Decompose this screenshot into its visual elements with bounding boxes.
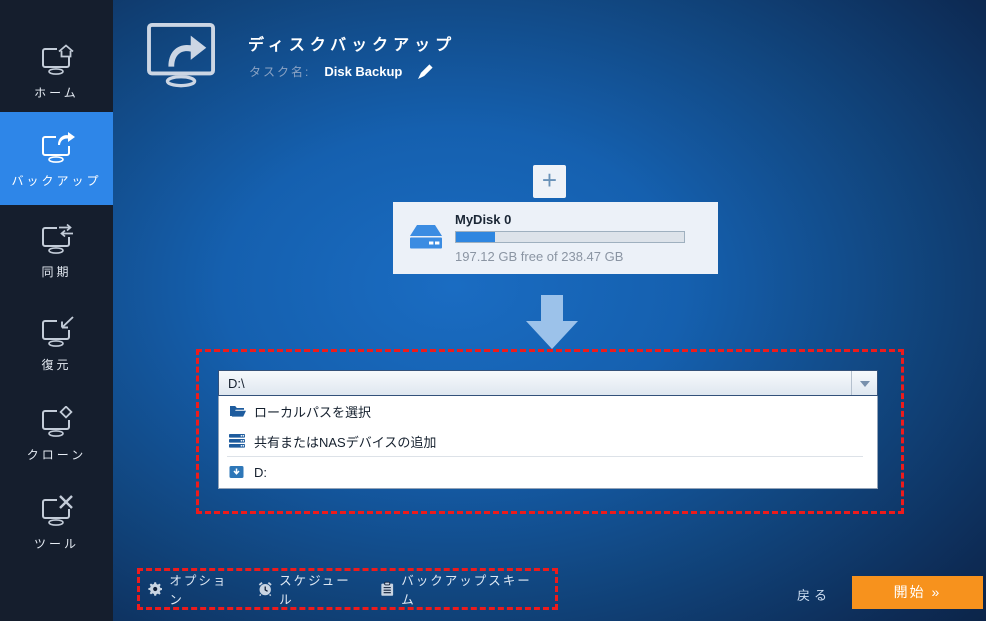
backup-monitor-icon [41,132,75,163]
flow-down-arrow-icon [526,295,578,349]
task-name-row: タスク名: Disk Backup [249,62,434,80]
disk-usage-fill [456,232,496,242]
sidebar-item-home[interactable]: ホーム [0,30,113,110]
scheme-icon [381,581,393,596]
chevron-down-icon [860,381,870,387]
dropdown-item-label: 共有またはNASデバイスの追加 [254,434,437,450]
task-name-label: タスク名: [249,64,311,79]
backup-settings-bar: オプション スケジュール バックアップスキーム [137,568,558,610]
disk-free-space: 197.12 GB free of 238.47 GB [455,249,624,264]
restore-monitor-icon [41,316,75,347]
sidebar-item-label: ホーム [34,86,79,100]
sidebar-item-sync[interactable]: 同期 [0,213,113,293]
destination-dropdown-button[interactable] [851,371,877,395]
destination-dropdown-panel: ローカルパスを選択 共有またはNASデバイスの追加 D: [218,396,878,489]
back-button[interactable]: 戻る [797,585,831,604]
drive-icon [229,466,244,478]
sidebar-item-label: 同期 [41,265,72,279]
destination-region: D:\ ローカルパスを選択 共有またはNASデバイスの追加 D: [196,349,904,514]
sidebar-item-label: ツール [33,537,79,551]
dropdown-item-add-nas[interactable]: 共有またはNASデバイスの追加 [219,426,877,456]
sidebar-item-tools[interactable]: ツール [0,485,113,565]
edit-task-name-icon[interactable] [418,63,434,79]
task-name-value: Disk Backup [324,63,403,79]
disk-usage-bar [455,231,685,243]
home-monitor-icon [41,44,75,75]
nas-server-icon [229,434,245,448]
app-window: ホーム バックアップ 同期 復元 クローン ツール ディスクバックアップ タスク… [0,0,986,621]
dropdown-item-label: ローカルパスを選択 [254,404,372,420]
tools-monitor-icon [41,495,75,526]
source-disk-card[interactable]: MyDisk 0 197.12 GB free of 238.47 GB [393,202,718,274]
destination-path-select[interactable]: D:\ [218,370,878,396]
gear-icon [148,582,163,596]
add-disk-button[interactable]: + [533,165,566,198]
backup-scheme-button[interactable]: バックアップスキーム [380,570,532,608]
options-label: オプション [169,574,228,607]
sidebar-item-label: クローン [26,448,87,462]
folder-open-icon [230,406,246,417]
disk-backup-header-icon [147,22,215,88]
dropdown-item-drive-d[interactable]: D: [219,457,877,487]
dropdown-item-local-path[interactable]: ローカルパスを選択 [219,396,877,426]
sidebar-item-clone[interactable]: クローン [0,396,113,476]
backup-scheme-label: バックアップスキーム [401,574,532,607]
clone-monitor-icon [41,406,75,437]
sidebar-item-label: バックアップ [11,174,102,188]
destination-path-value: D:\ [228,376,245,391]
sidebar-item-backup[interactable]: バックアップ [0,112,113,205]
start-button[interactable]: 開始 » [852,576,983,609]
sync-monitor-icon [41,223,75,254]
dropdown-item-label: D: [254,464,267,480]
options-button[interactable]: オプション [148,570,235,608]
hard-disk-icon [410,225,442,249]
sidebar-item-restore[interactable]: 復元 [0,306,113,386]
clock-icon [258,581,272,597]
schedule-button[interactable]: スケジュール [258,570,357,608]
schedule-label: スケジュール [279,574,351,607]
sidebar: ホーム バックアップ 同期 復元 クローン ツール [0,0,113,621]
disk-name: MyDisk 0 [455,212,512,227]
sidebar-item-label: 復元 [41,358,72,372]
page-title: ディスクバックアップ [248,37,457,54]
